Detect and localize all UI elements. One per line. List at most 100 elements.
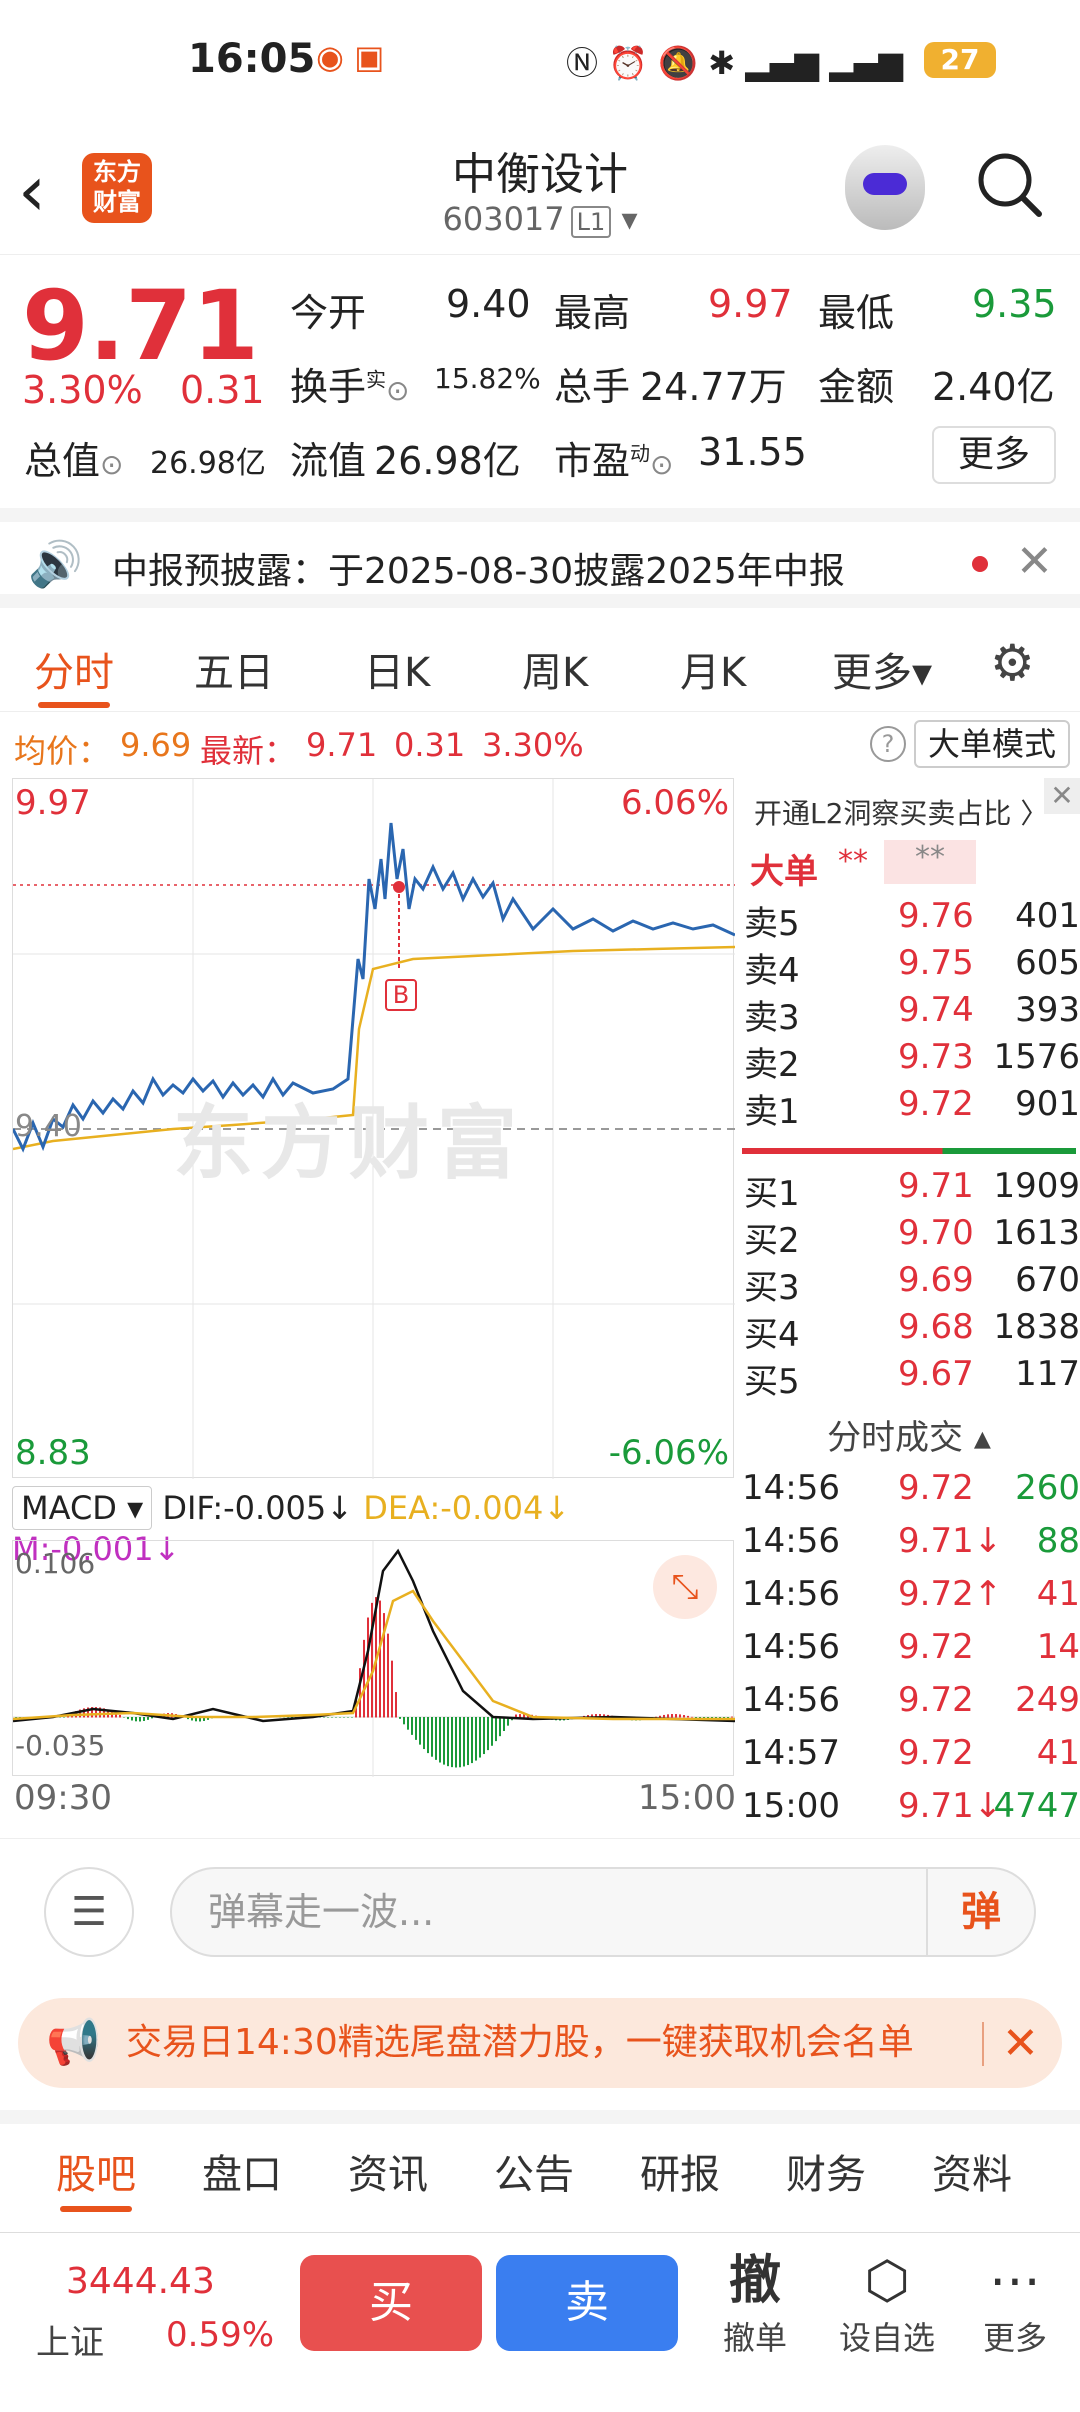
danmaku-input[interactable]: 弹幕走一波...	[170, 1867, 1036, 1957]
promo-banner[interactable]: 📢 交易日14:30精选尾盘潜力股，一键获取机会名单 ✕	[18, 1998, 1062, 2088]
info-icon[interactable]: ⊙	[386, 374, 409, 407]
index-value[interactable]: 3444.43	[66, 2261, 215, 2302]
tab-monthly-k[interactable]: 月K	[680, 640, 746, 698]
tab-more[interactable]: 更多▾	[832, 640, 932, 698]
watchlist-label: 设自选	[838, 2319, 935, 2357]
tab-finance[interactable]: 财务	[786, 2142, 866, 2200]
bid-row[interactable]: 买2 9.70 1613	[738, 1213, 1080, 1261]
mktcap-label: 总值⊙	[24, 430, 123, 485]
tab-daily-k[interactable]: 日K	[364, 640, 430, 698]
quote-panel: 9.71 3.30% 0.31 今开 9.40 最高 9.97 最低 9.35 …	[0, 256, 1080, 506]
trade-row[interactable]: 14:56 9.72 249	[738, 1680, 1080, 1728]
macd-bar	[139, 1717, 141, 1722]
bid-row[interactable]: 买3 9.69 670	[738, 1260, 1080, 1308]
tab-research[interactable]: 研报	[640, 2142, 720, 2200]
trade-time: 14:56	[742, 1680, 840, 1720]
macd-chart[interactable]: 0.106 -0.035 ⤡	[12, 1540, 735, 1777]
level-price: 9.73	[898, 1037, 974, 1077]
promo-text[interactable]: 交易日14:30精选尾盘潜力股，一键获取机会名单	[126, 1998, 986, 2088]
macd-bar	[499, 1717, 501, 1737]
help-icon[interactable]: ?	[870, 726, 906, 762]
trade-row[interactable]: 14:57 9.72 41	[738, 1733, 1080, 1781]
level-name: 卖1	[744, 1092, 800, 1132]
bid-row[interactable]: 买5 9.67 117	[738, 1354, 1080, 1402]
add-watchlist-button[interactable]: ⬡ 设自选	[832, 2249, 942, 2359]
expand-icon[interactable]: ⤡	[653, 1555, 717, 1619]
trade-row[interactable]: 14:56 9.72↑ 41	[738, 1574, 1080, 1622]
level-price: 9.69	[898, 1260, 974, 1300]
speaker-icon: 🔊	[28, 539, 83, 590]
close-icon[interactable]: ✕	[1016, 536, 1053, 587]
level-name: 买2	[744, 1221, 800, 1261]
big-order-mode-button[interactable]: 大单模式	[914, 720, 1070, 768]
gear-icon[interactable]: ⚙	[990, 634, 1035, 692]
tab-profile[interactable]: 资料	[932, 2142, 1012, 2200]
pe-label: 市盈动⊙	[554, 430, 673, 485]
info-icon[interactable]: ⊙	[650, 448, 673, 481]
notes-icon[interactable]: ☰	[44, 1867, 134, 1957]
buy-marker[interactable]: B	[385, 979, 417, 1011]
cancel-order-button[interactable]: 撤撤单	[700, 2249, 810, 2359]
chart-tabs: 分时 五日 日K 周K 月K 更多▾ ⚙	[0, 620, 1080, 712]
trade-time: 15:00	[742, 1786, 840, 1826]
mktcap-label-text: 总值	[24, 439, 101, 483]
time-start-label: 09:30	[14, 1778, 112, 1818]
macd-bar	[451, 1717, 453, 1768]
level-volume: 1576	[993, 1037, 1080, 1077]
search-icon[interactable]	[975, 150, 1045, 220]
indicator-select[interactable]: MACD ▾	[12, 1486, 153, 1530]
tab-intraday[interactable]: 分时	[34, 640, 114, 708]
macd-bar	[399, 1717, 401, 1719]
ask-row[interactable]: 卖5 9.76 401	[738, 896, 1080, 944]
close-icon[interactable]: ✕	[982, 2022, 1039, 2066]
macd-dif: DIF:-0.005↓	[162, 1489, 354, 1527]
trade-volume: 14	[1036, 1627, 1080, 1667]
macd-bar	[343, 1717, 345, 1718]
tab-five-day[interactable]: 五日	[194, 640, 274, 698]
close-icon[interactable]: ✕	[1044, 778, 1080, 814]
bid-row[interactable]: 买1 9.71 1909	[738, 1166, 1080, 1214]
notice-text[interactable]: 中报预披露：于2025-08-30披露2025年中报	[112, 542, 845, 594]
trade-row[interactable]: 14:56 9.71↓ 88	[738, 1521, 1080, 1569]
danmaku-toggle[interactable]: 弹	[926, 1869, 1034, 1955]
trade-volume: 41	[1036, 1574, 1080, 1614]
trade-row[interactable]: 14:56 9.72 14	[738, 1627, 1080, 1675]
l2-promo-link[interactable]: 开通L2洞察买卖占比 〉	[754, 792, 1048, 832]
macd-bar	[435, 1717, 437, 1760]
macd-top-label: 0.106	[15, 1547, 96, 1580]
ask-row[interactable]: 卖3 9.74 393	[738, 990, 1080, 1038]
macd-bar	[403, 1717, 405, 1725]
pct-min-label: -6.06%	[608, 1433, 729, 1473]
ask-row[interactable]: 卖1 9.72 901	[738, 1084, 1080, 1132]
level-volume: 117	[1015, 1354, 1080, 1394]
tab-handicap[interactable]: 盘口	[202, 2142, 282, 2200]
more-button[interactable]: ⋯ 更多	[960, 2249, 1070, 2359]
macd-bar	[127, 1717, 129, 1720]
tab-forum[interactable]: 股吧	[56, 2142, 136, 2212]
macd-bar	[479, 1717, 481, 1758]
ask-row[interactable]: 卖2 9.73 1576	[738, 1037, 1080, 1085]
sell-button[interactable]: 卖	[496, 2255, 678, 2351]
intraday-chart[interactable]: 东方财富 9.97 6.06% 9.40 8.83 -6.06% B	[12, 778, 735, 1479]
macd-bar	[731, 1716, 733, 1718]
level-volume: 605	[1015, 943, 1080, 983]
buy-button[interactable]: 买	[300, 2255, 482, 2351]
current-price: 9.71	[22, 270, 259, 382]
tab-announcements[interactable]: 公告	[494, 2142, 574, 2200]
tab-news[interactable]: 资讯	[348, 2142, 428, 2200]
level-volume: 1909	[993, 1166, 1080, 1206]
tab-weekly-k[interactable]: 周K	[522, 640, 588, 698]
bid-row[interactable]: 买4 9.68 1838	[738, 1307, 1080, 1355]
stock-code: 603017	[442, 200, 565, 238]
watchlist-icon: ⬡	[864, 2251, 910, 2311]
trade-row[interactable]: 15:00 9.71↓ 4747	[738, 1786, 1080, 1834]
notice-bar[interactable]: 🔊 中报预披露：于2025-08-30披露2025年中报 ✕	[0, 508, 1080, 608]
trade-row[interactable]: 14:56 9.72 260	[738, 1468, 1080, 1516]
status-time: 16:05	[188, 36, 316, 82]
quote-more-button[interactable]: 更多	[932, 426, 1056, 484]
trades-title[interactable]: 分时成交 ▴	[738, 1410, 1080, 1459]
macd-bottom-label: -0.035	[15, 1729, 106, 1762]
assistant-robot-icon[interactable]	[845, 145, 925, 230]
info-icon[interactable]: ⊙	[100, 448, 123, 481]
ask-row[interactable]: 卖4 9.75 605	[738, 943, 1080, 991]
